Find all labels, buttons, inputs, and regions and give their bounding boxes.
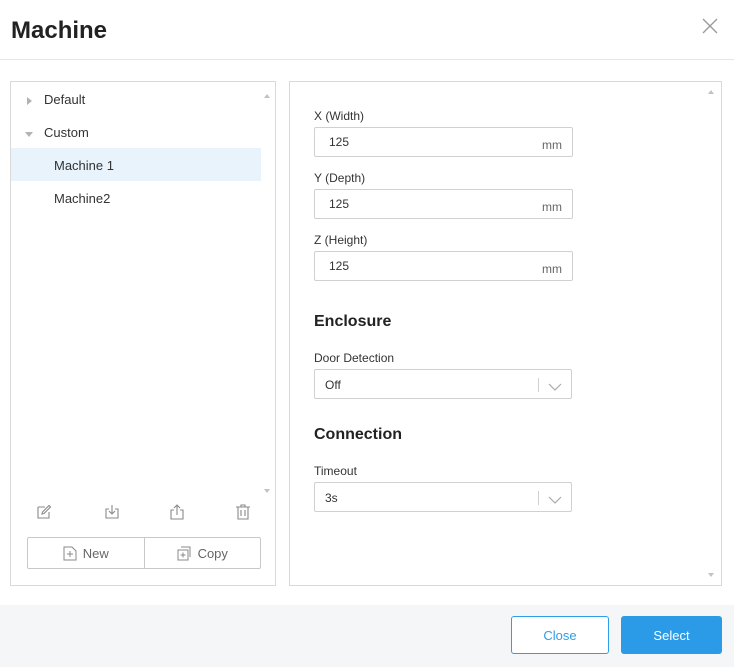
- machine-settings-panel: X (Width) 125 mm Y (Depth) 125 mm Z (Hei…: [289, 81, 722, 586]
- tree-item-custom[interactable]: Custom: [11, 115, 261, 148]
- new-copy-button-group: New Copy: [27, 537, 261, 569]
- caret-down-icon[interactable]: [24, 127, 34, 137]
- scroll-down-arrow[interactable]: [264, 489, 270, 493]
- copy-icon: [177, 546, 191, 560]
- machine-tree-panel: Default Custom Machine 1 Machine2 New Co…: [10, 81, 276, 586]
- z-height-input[interactable]: 125 mm: [314, 251, 573, 281]
- tree-item-label: Default: [44, 92, 86, 107]
- select-separator: [538, 378, 539, 392]
- caret-right-icon[interactable]: [24, 94, 34, 105]
- header-divider: [0, 59, 734, 60]
- timeout-select[interactable]: 3s: [314, 482, 572, 512]
- new-file-icon: [63, 546, 77, 560]
- tree-item-default[interactable]: Default: [11, 82, 261, 115]
- unit-label: mm: [542, 200, 562, 214]
- y-depth-value: 125: [329, 197, 350, 211]
- connection-section-title: Connection: [314, 426, 402, 443]
- chevron-down-icon[interactable]: [548, 379, 562, 391]
- unit-label: mm: [542, 262, 562, 276]
- edit-icon[interactable]: [36, 504, 52, 520]
- tree-item-label: Custom: [44, 125, 89, 140]
- import-icon[interactable]: [104, 504, 120, 520]
- close-icon[interactable]: [700, 16, 720, 36]
- dialog-title: Machine: [11, 17, 108, 44]
- z-height-label: Z (Height): [314, 233, 368, 247]
- new-button-label: New: [82, 545, 109, 561]
- unit-label: mm: [542, 138, 562, 152]
- tree-item-machine2[interactable]: Machine2: [11, 181, 261, 214]
- scroll-up-arrow[interactable]: [264, 94, 270, 98]
- scroll-down-arrow[interactable]: [708, 573, 714, 577]
- tree-item-machine-1[interactable]: Machine 1: [11, 148, 261, 181]
- tree-item-label: Machine2: [54, 191, 111, 206]
- select-button[interactable]: Select: [621, 616, 722, 654]
- x-width-value: 125: [329, 135, 350, 149]
- new-button[interactable]: New: [28, 538, 144, 568]
- copy-button[interactable]: Copy: [143, 538, 261, 568]
- x-width-input[interactable]: 125 mm: [314, 127, 573, 157]
- tree-item-label: Machine 1: [54, 158, 114, 173]
- door-detection-label: Door Detection: [314, 351, 395, 365]
- close-button[interactable]: Close: [511, 616, 609, 654]
- dialog-footer: Close Select: [0, 605, 734, 667]
- chevron-down-icon[interactable]: [548, 492, 562, 504]
- copy-button-label: Copy: [197, 545, 228, 561]
- x-width-label: X (Width): [314, 109, 365, 123]
- timeout-value: 3s: [325, 491, 338, 505]
- scroll-up-arrow[interactable]: [708, 90, 714, 94]
- timeout-label: Timeout: [314, 464, 357, 478]
- y-depth-input[interactable]: 125 mm: [314, 189, 573, 219]
- enclosure-section-title: Enclosure: [314, 313, 392, 330]
- export-icon[interactable]: [169, 504, 185, 520]
- delete-icon[interactable]: [235, 504, 251, 520]
- z-height-value: 125: [329, 259, 350, 273]
- door-detection-value: Off: [325, 378, 341, 392]
- y-depth-label: Y (Depth): [314, 171, 366, 185]
- select-separator: [538, 491, 539, 505]
- door-detection-select[interactable]: Off: [314, 369, 572, 399]
